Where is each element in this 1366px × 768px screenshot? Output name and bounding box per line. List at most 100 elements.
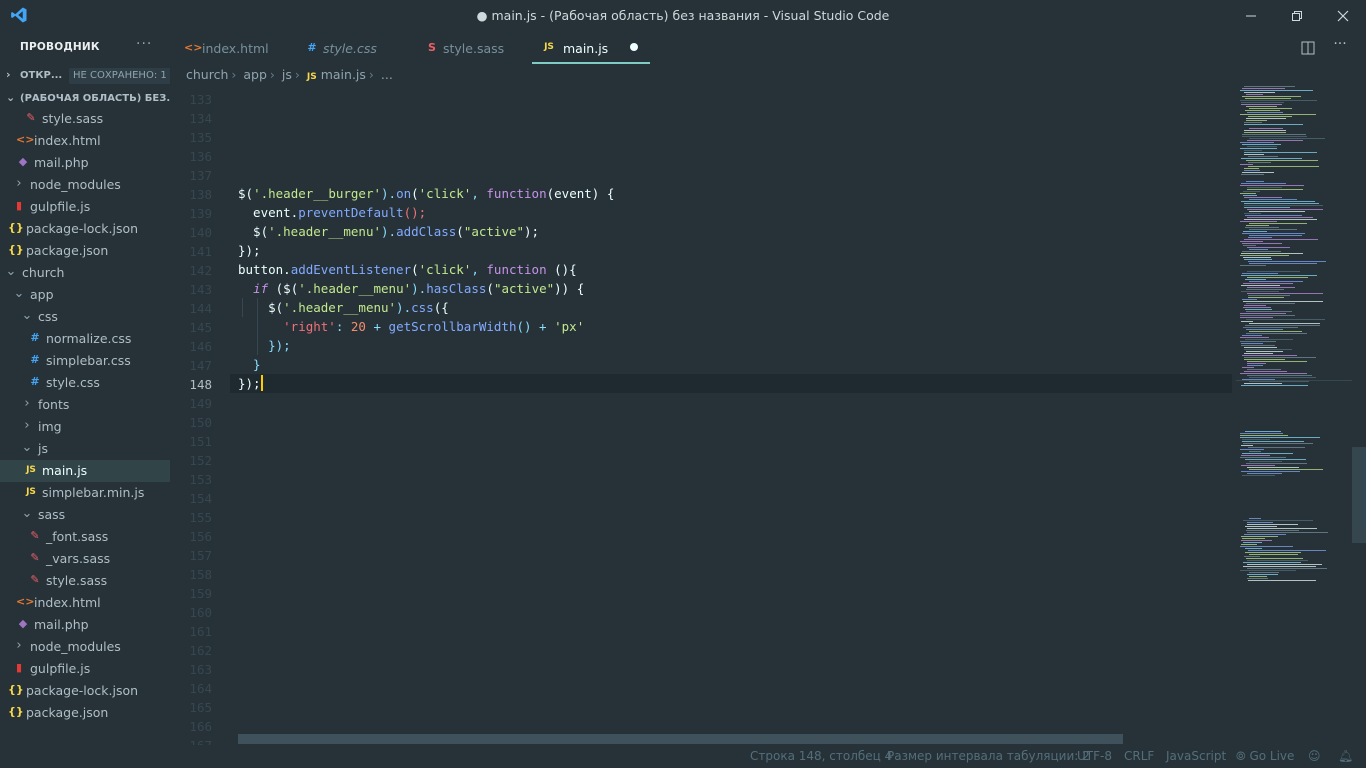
tree-item[interactable]: ✎ _font.sass <box>0 526 170 548</box>
token: , <box>471 186 487 201</box>
tree-item[interactable]: ⌄ sass <box>0 504 170 526</box>
tree-item-label: church <box>22 265 65 280</box>
tree-item[interactable]: {} package.json <box>0 702 170 724</box>
restore-button[interactable] <box>1274 0 1320 32</box>
feedback-icon[interactable]: ☺ <box>1308 749 1321 763</box>
tree-item[interactable]: <> index.html <box>0 130 170 152</box>
workspace-section[interactable]: ⌄ (РАБОЧАЯ ОБЛАСТЬ) БЕЗ... <box>0 88 170 110</box>
minimap-line <box>1245 459 1306 460</box>
minimap-line <box>1248 162 1271 163</box>
language-mode[interactable]: JavaScript <box>1166 749 1226 763</box>
tree-item[interactable]: ◆ mail.php <box>0 152 170 174</box>
gulp-icon: ▮ <box>15 199 23 212</box>
tree-item[interactable]: # style.css <box>0 372 170 394</box>
tree-item[interactable]: JS main.js <box>0 460 170 482</box>
minimize-icon <box>1246 15 1256 17</box>
minimap-line <box>1247 140 1303 141</box>
tree-item-label: normalize.css <box>46 331 132 346</box>
minimap-line <box>1244 152 1317 153</box>
tree-item[interactable]: ✎ _vars.sass <box>0 548 170 570</box>
tree-item-label: package.json <box>26 243 109 258</box>
vertical-scrollbar-thumb[interactable] <box>1352 447 1366 543</box>
unsaved-dot-icon[interactable] <box>630 43 638 51</box>
minimap-line <box>1240 433 1283 434</box>
minimap-line <box>1240 185 1304 186</box>
tree-item[interactable]: › img <box>0 416 170 438</box>
line-ending[interactable]: CRLF <box>1124 749 1154 763</box>
horizontal-scrollbar-thumb[interactable] <box>238 734 1123 744</box>
token: $( <box>238 300 284 315</box>
minimap-line <box>1244 207 1290 208</box>
line-number: 155 <box>189 510 212 525</box>
tree-item[interactable]: ◆ mail.php <box>0 614 170 636</box>
tree-item[interactable]: ⌄ church <box>0 262 170 284</box>
close-icon <box>1337 10 1349 22</box>
close-button[interactable] <box>1320 0 1366 32</box>
line-number: 133 <box>189 92 212 107</box>
tree-item[interactable]: JS simplebar.min.js <box>0 482 170 504</box>
line-number: 165 <box>189 700 212 715</box>
minimap-line <box>1247 209 1323 210</box>
tree-item[interactable]: › node_modules <box>0 636 170 658</box>
token: '.header__menu' <box>283 300 397 315</box>
js-icon: JS <box>306 72 317 82</box>
tree-item[interactable]: ▮ gulpfile.js <box>0 196 170 218</box>
breadcrumb-item[interactable]: app <box>243 67 267 82</box>
minimap-line <box>1240 337 1269 338</box>
minimap-line <box>1243 542 1262 543</box>
line-number: 166 <box>189 719 212 734</box>
encoding[interactable]: UTF-8 <box>1077 749 1112 763</box>
notifications-icon[interactable]: 🔔︎ <box>1338 749 1353 763</box>
tree-item[interactable]: › fonts <box>0 394 170 416</box>
tab-main-js[interactable]: JS main.js <box>532 32 650 64</box>
minimap[interactable] <box>1236 86 1352 746</box>
tab-style-sass[interactable]: S style.sass <box>425 32 535 64</box>
minimap-line <box>1246 530 1299 531</box>
tree-item[interactable]: ▮ gulpfile.js <box>0 658 170 680</box>
minimap-line <box>1244 130 1286 131</box>
tree-item[interactable]: ⌄ js <box>0 438 170 460</box>
minimap-line <box>1247 293 1323 294</box>
minimap-line <box>1249 323 1320 324</box>
minimap-line <box>1241 455 1270 456</box>
token: + <box>365 319 389 334</box>
token: (){ <box>546 262 577 277</box>
minimap-line <box>1240 449 1264 450</box>
cursor-position[interactable]: Строка 148, столбец 4 <box>750 749 892 763</box>
breadcrumb-item[interactable]: ... <box>381 67 393 82</box>
tree-item[interactable]: ✎ style.sass <box>0 108 170 130</box>
tab-index-html[interactable]: <> index.html <box>184 32 294 64</box>
token: ). <box>381 186 397 201</box>
tree-item[interactable]: {} package.json <box>0 240 170 262</box>
chevron-icon: ⌄ <box>13 286 25 301</box>
minimap-line <box>1247 560 1308 561</box>
minimize-button[interactable] <box>1228 0 1274 32</box>
tree-item[interactable]: ⌄ app <box>0 284 170 306</box>
code-editor[interactable]: 133 134 135 136 137 138 139 140 141 142 143 144 145 1… <box>170 89 1232 745</box>
indentation[interactable]: Размер интервала табуляции: 2 <box>887 749 1090 763</box>
tree-item-label: app <box>30 287 54 302</box>
tree-item[interactable]: <> index.html <box>0 592 170 614</box>
line-number: 160 <box>189 605 212 620</box>
split-editor-button[interactable] <box>1298 38 1318 58</box>
tree-item[interactable]: ✎ style.sass <box>0 570 170 592</box>
minimap-line <box>1245 215 1302 216</box>
minimap-line <box>1243 566 1316 567</box>
breadcrumb-item[interactable]: church <box>186 67 228 82</box>
breadcrumb-item[interactable]: js <box>282 67 292 82</box>
editor-more-button[interactable]: ··· <box>1330 36 1350 56</box>
breadcrumb-item[interactable]: main.js <box>321 67 366 82</box>
tree-item[interactable]: ⌄ css <box>0 306 170 328</box>
tree-item[interactable]: # simplebar.css <box>0 350 170 372</box>
minimap-line <box>1242 367 1254 368</box>
tab-style-css[interactable]: # style.css <box>305 32 415 64</box>
open-editors-section[interactable]: › ОТКР... НЕ СОХРАНЕНО: 1 <box>0 65 170 87</box>
tree-item[interactable]: {} package-lock.json <box>0 680 170 702</box>
chevron-right-icon: › <box>368 67 374 82</box>
go-live-button[interactable]: ⦾ Go Live <box>1236 749 1294 764</box>
tree-item[interactable]: {} package-lock.json <box>0 218 170 240</box>
tree-item[interactable]: # normalize.css <box>0 328 170 350</box>
tree-item[interactable]: › node_modules <box>0 174 170 196</box>
minimap-line <box>1245 339 1293 340</box>
more-actions-icon[interactable]: ··· <box>136 36 152 52</box>
